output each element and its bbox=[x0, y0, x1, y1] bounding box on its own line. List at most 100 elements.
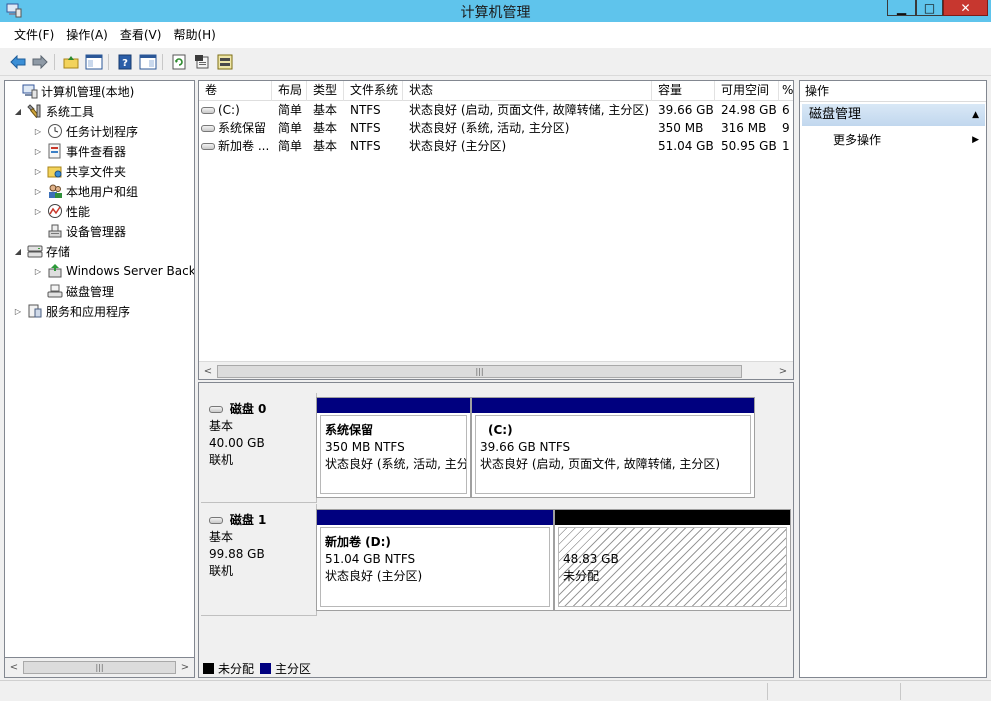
scroll-thumb[interactable]: ||| bbox=[217, 365, 742, 378]
column-header-volume[interactable]: 卷 bbox=[199, 81, 272, 101]
partition-unallocated[interactable]: 48.83 GB 未分配 bbox=[554, 509, 791, 611]
column-header-status[interactable]: 状态 bbox=[403, 81, 652, 101]
disk-0-label[interactable]: 磁盘 0 基本 40.00 GB 联机 bbox=[201, 393, 317, 503]
tree-item-task-scheduler[interactable]: ▷ 任务计划程序 bbox=[33, 121, 138, 141]
volume-list-horizontal-scrollbar[interactable]: < ||| > bbox=[199, 361, 793, 379]
menu-view[interactable]: 查看(V) bbox=[114, 22, 168, 48]
expand-arrow-icon[interactable]: ▷ bbox=[13, 307, 23, 316]
expand-arrow-icon[interactable]: ◢ bbox=[13, 107, 23, 116]
disk-wizard-icon bbox=[217, 54, 232, 69]
volume-icon bbox=[201, 125, 215, 132]
event-viewer-icon bbox=[48, 143, 61, 159]
column-header-free-space[interactable]: 可用空间 bbox=[715, 81, 779, 101]
disk-wizard-button[interactable] bbox=[215, 52, 234, 71]
storage-icon bbox=[27, 245, 43, 258]
partition-c-drive[interactable]: (C:) 39.66 GB NTFS 状态良好 (启动, 页面文件, 故障转储,… bbox=[471, 397, 755, 498]
console-tree-icon bbox=[85, 54, 102, 69]
legend-unallocated-label: 未分配 bbox=[218, 662, 255, 676]
properties-button[interactable] bbox=[192, 52, 211, 71]
up-one-level-button[interactable] bbox=[61, 52, 80, 71]
primary-partition-bar bbox=[317, 398, 470, 413]
tree-label: 设备管理器 bbox=[66, 224, 127, 239]
expand-arrow-icon[interactable]: ▷ bbox=[33, 187, 43, 196]
maximize-icon: □ bbox=[923, 0, 936, 15]
tree-item-windows-server-backup[interactable]: ▷ Windows Server Back bbox=[33, 261, 194, 281]
scroll-right-icon[interactable]: > bbox=[177, 660, 193, 674]
forward-button[interactable] bbox=[30, 52, 49, 71]
actions-pane: 操作 磁盘管理 ▲ 更多操作 ▶ bbox=[799, 80, 987, 678]
column-header-type[interactable]: 类型 bbox=[307, 81, 344, 101]
disk-graphical-view: 磁盘 0 基本 40.00 GB 联机 系统保留 350 MB NTFS 状态良… bbox=[198, 382, 794, 678]
tree-item-device-manager[interactable]: 设备管理器 bbox=[33, 221, 126, 241]
scroll-right-icon[interactable]: > bbox=[775, 364, 791, 378]
column-header-capacity[interactable]: 容量 bbox=[652, 81, 715, 101]
expand-arrow-icon[interactable]: ▷ bbox=[33, 167, 43, 176]
scroll-thumb[interactable]: ||| bbox=[23, 661, 176, 674]
close-button[interactable]: ✕ bbox=[943, 0, 988, 16]
tree-label: 任务计划程序 bbox=[66, 124, 139, 139]
back-button[interactable] bbox=[8, 52, 27, 71]
tree-item-shared-folders[interactable]: ▷ 共享文件夹 bbox=[33, 161, 126, 181]
services-applications-icon bbox=[28, 304, 42, 318]
tree-item-disk-management[interactable]: 磁盘管理 bbox=[33, 281, 114, 301]
column-header-percent-free[interactable]: % bbox=[779, 81, 793, 101]
title-bar: 计算机管理 ▁ □ ✕ bbox=[0, 0, 991, 22]
refresh-button[interactable] bbox=[169, 52, 188, 71]
menu-action[interactable]: 操作(A) bbox=[60, 22, 114, 48]
unallocated-swatch bbox=[203, 663, 214, 674]
scroll-left-icon[interactable]: < bbox=[6, 660, 22, 674]
maximize-button[interactable]: □ bbox=[916, 0, 943, 16]
disk-icon bbox=[209, 406, 223, 413]
tree-item-event-viewer[interactable]: ▷ 事件查看器 bbox=[33, 141, 126, 161]
folder-up-icon bbox=[63, 55, 78, 68]
tree-item-performance[interactable]: ▷ 性能 bbox=[33, 201, 90, 221]
primary-partition-swatch bbox=[260, 663, 272, 674]
disk-1-label[interactable]: 磁盘 1 基本 99.88 GB 联机 bbox=[201, 504, 317, 616]
partition-d-drive[interactable]: 新加卷 (D:) 51.04 GB NTFS 状态良好 (主分区) bbox=[316, 509, 554, 611]
minimize-icon: ▁ bbox=[896, 0, 907, 15]
primary-partition-bar bbox=[472, 398, 754, 413]
expand-arrow-icon[interactable]: ▷ bbox=[33, 127, 43, 136]
scroll-left-icon[interactable]: < bbox=[200, 364, 216, 378]
column-header-filesystem[interactable]: 文件系统 bbox=[344, 81, 403, 101]
legend-primary-label: 主分区 bbox=[275, 662, 312, 676]
actions-group-disk-management[interactable]: 磁盘管理 ▲ bbox=[802, 104, 985, 126]
tree-item-computer-management[interactable]: 计算机管理(本地) bbox=[8, 81, 134, 101]
console-tree: 计算机管理(本地) ◢ 系统工具 ▷ 任务计划程序 ▷ 事件查看器 ▷ 共享文件… bbox=[4, 80, 195, 658]
tree-label: 磁盘管理 bbox=[66, 284, 115, 299]
minimize-button[interactable]: ▁ bbox=[887, 0, 916, 16]
unallocated-bar bbox=[555, 510, 790, 525]
menu-help[interactable]: 帮助(H) bbox=[167, 22, 221, 48]
properties-icon bbox=[194, 54, 208, 68]
refresh-icon bbox=[172, 54, 185, 69]
shared-folders-icon bbox=[47, 166, 62, 178]
table-row[interactable]: 系统保留 简单 基本 NTFS 状态良好 (系统, 活动, 主分区) 350 M… bbox=[199, 119, 793, 137]
back-arrow-icon bbox=[9, 54, 25, 69]
close-icon: ✕ bbox=[960, 0, 971, 15]
tree-item-system-tools[interactable]: ◢ 系统工具 bbox=[13, 101, 94, 121]
expand-arrow-icon[interactable]: ▷ bbox=[33, 207, 43, 216]
status-bar bbox=[0, 680, 991, 701]
expand-arrow-icon[interactable]: ◢ bbox=[13, 247, 23, 256]
show-hide-console-tree-button[interactable] bbox=[84, 52, 103, 71]
table-row[interactable]: (C:) 简单 基本 NTFS 状态良好 (启动, 页面文件, 故障转储, 主分… bbox=[199, 101, 793, 119]
show-hide-action-pane-button[interactable] bbox=[138, 52, 157, 71]
table-row[interactable]: 新加卷 ... 简单 基本 NTFS 状态良好 (主分区) 51.04 GB 5… bbox=[199, 137, 793, 155]
column-header-layout[interactable]: 布局 bbox=[272, 81, 307, 101]
tree-item-storage[interactable]: ◢ 存储 bbox=[13, 241, 70, 261]
collapse-up-icon[interactable]: ▲ bbox=[972, 104, 979, 126]
toolbar: ? bbox=[0, 48, 991, 76]
tree-label: 系统工具 bbox=[46, 104, 95, 119]
tree-item-services-applications[interactable]: ▷ 服务和应用程序 bbox=[13, 301, 130, 321]
more-actions-item[interactable]: 更多操作 ▶ bbox=[802, 130, 985, 150]
menu-file[interactable]: 文件(F) bbox=[8, 22, 60, 48]
system-tools-icon bbox=[27, 104, 41, 119]
tree-horizontal-scrollbar[interactable]: < ||| > bbox=[4, 658, 195, 678]
partition-system-reserved[interactable]: 系统保留 350 MB NTFS 状态良好 (系统, 活动, 主分 bbox=[316, 397, 471, 498]
tree-label: 本地用户和组 bbox=[66, 184, 139, 199]
tree-item-local-users-groups[interactable]: ▷ 本地用户和组 bbox=[33, 181, 138, 201]
expand-arrow-icon[interactable]: ▷ bbox=[33, 267, 43, 276]
expand-arrow-icon[interactable]: ▷ bbox=[33, 147, 43, 156]
help-button[interactable]: ? bbox=[115, 52, 134, 71]
task-scheduler-icon bbox=[48, 124, 62, 138]
